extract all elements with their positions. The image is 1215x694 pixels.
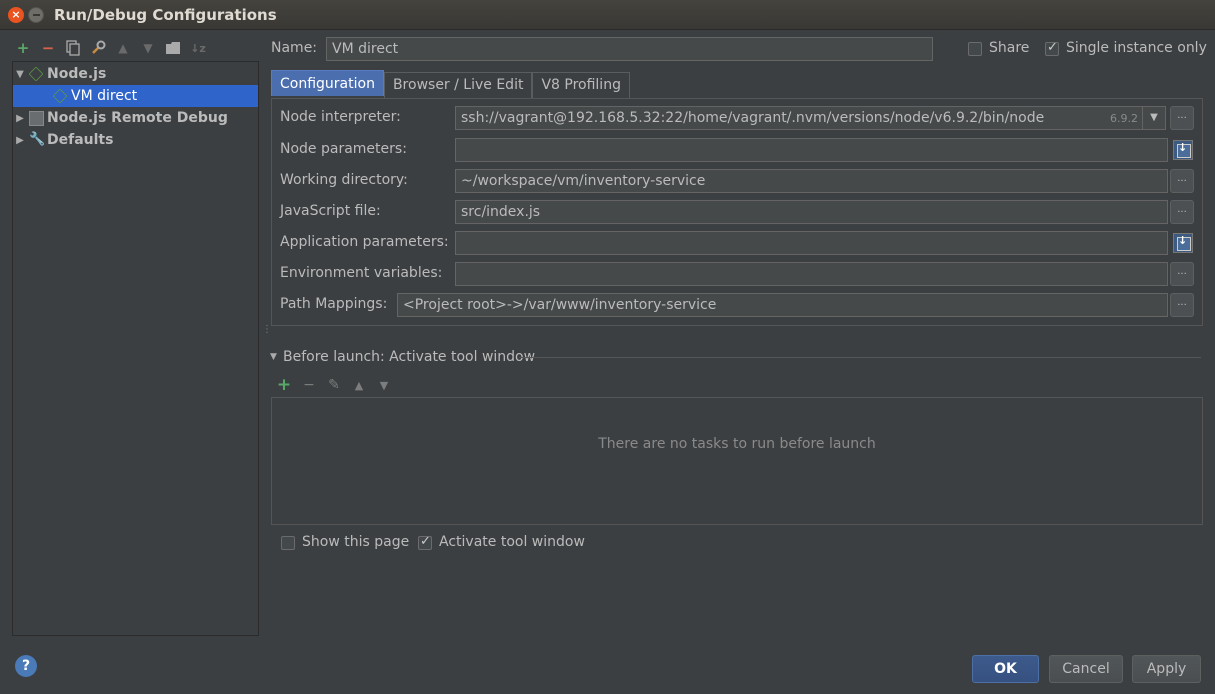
javascript-file-label: JavaScript file: xyxy=(280,203,381,219)
before-launch-task-list: There are no tasks to run before launch xyxy=(271,397,1203,525)
path-mappings-input[interactable]: <Project root>->/var/www/inventory-servi… xyxy=(397,293,1168,317)
separator xyxy=(519,357,1201,358)
name-label: Name: xyxy=(271,40,318,56)
node-version-label: 6.9.2 xyxy=(1110,112,1138,125)
share-label: Share xyxy=(989,40,1030,56)
configuration-tree: ▼ Node.js VM direct ▶ Node.js Remote Deb… xyxy=(12,61,259,636)
add-task-icon[interactable]: + xyxy=(276,375,292,395)
help-icon[interactable]: ? xyxy=(15,655,37,677)
path-mappings-label: Path Mappings: xyxy=(280,296,388,312)
move-up-icon[interactable]: ▲ xyxy=(114,39,132,57)
title-bar: × Run/Debug Configurations xyxy=(0,0,1215,30)
browse-working-directory-button[interactable]: ... xyxy=(1170,169,1194,193)
apply-button[interactable]: Apply xyxy=(1132,655,1201,683)
edit-environment-variables-button[interactable]: ... xyxy=(1170,262,1194,286)
javascript-file-input[interactable]: src/index.js xyxy=(455,200,1168,224)
edit-path-mappings-button[interactable]: ... xyxy=(1170,293,1194,317)
remove-icon[interactable]: − xyxy=(39,39,57,57)
name-input[interactable]: VM direct xyxy=(326,37,933,61)
activate-tool-window-label: Activate tool window xyxy=(439,534,585,550)
before-launch-title[interactable]: Before launch: Activate tool window xyxy=(283,349,535,365)
node-interpreter-select[interactable]: ssh://vagrant@192.168.5.32:22/home/vagra… xyxy=(455,106,1143,130)
add-icon[interactable]: + xyxy=(14,39,32,57)
environment-variables-label: Environment variables: xyxy=(280,265,443,281)
remove-task-icon[interactable]: − xyxy=(301,377,317,393)
move-down-icon[interactable]: ▼ xyxy=(139,39,157,57)
config-toolbar: + − ▲ ▼ ↓z xyxy=(14,38,207,58)
close-window-button[interactable]: × xyxy=(8,7,24,23)
move-down-icon[interactable]: ▼ xyxy=(376,379,392,392)
single-instance-checkbox[interactable] xyxy=(1045,40,1059,56)
empty-tasks-message: There are no tasks to run before launch xyxy=(598,436,876,452)
environment-variables-input[interactable] xyxy=(455,262,1168,286)
tree-item-defaults[interactable]: ▶ 🔧 Defaults xyxy=(13,129,258,151)
show-this-page-checkbox[interactable] xyxy=(281,536,295,550)
sort-icon[interactable]: ↓z xyxy=(189,39,207,57)
tree-item-nodejs[interactable]: ▼ Node.js xyxy=(13,63,258,85)
tree-item-vm-direct[interactable]: VM direct xyxy=(13,85,258,107)
remote-debug-icon xyxy=(29,110,44,126)
single-instance-label: Single instance only xyxy=(1066,40,1207,56)
node-parameters-input[interactable] xyxy=(455,138,1168,162)
working-directory-label: Working directory: xyxy=(280,172,408,188)
show-this-page-label: Show this page xyxy=(302,534,410,550)
splitter-handle[interactable]: ⋮ xyxy=(262,325,272,342)
collapse-arrow-icon[interactable]: ▶ xyxy=(13,113,27,124)
window-title: Run/Debug Configurations xyxy=(54,6,277,24)
minimize-window-button[interactable] xyxy=(28,7,44,23)
copy-icon[interactable] xyxy=(64,39,82,57)
share-checkbox[interactable] xyxy=(968,42,982,56)
working-directory-input[interactable]: ~/workspace/vm/inventory-service xyxy=(455,169,1168,193)
application-parameters-label: Application parameters: xyxy=(280,234,449,250)
node-parameters-label: Node parameters: xyxy=(280,141,407,157)
expand-arrow-icon[interactable]: ▼ xyxy=(13,69,27,80)
collapse-arrow-icon[interactable]: ▼ xyxy=(270,352,277,362)
chevron-down-icon[interactable]: ▼ xyxy=(1142,106,1166,130)
nodejs-icon xyxy=(52,88,68,104)
collapse-arrow-icon[interactable]: ▶ xyxy=(13,135,27,146)
tab-configuration[interactable]: Configuration xyxy=(271,70,384,96)
browse-interpreter-button[interactable]: ... xyxy=(1170,106,1194,130)
browse-javascript-file-button[interactable]: ... xyxy=(1170,200,1194,224)
folder-icon[interactable] xyxy=(164,39,182,57)
ok-button[interactable]: OK xyxy=(972,655,1039,683)
tree-item-nodejs-remote-debug[interactable]: ▶ Node.js Remote Debug xyxy=(13,107,258,129)
tab-bar: Configuration Browser / Live Edit V8 Pro… xyxy=(271,70,630,98)
move-up-icon[interactable]: ▲ xyxy=(351,379,367,392)
edit-task-icon[interactable]: ✎ xyxy=(326,377,342,393)
application-parameters-input[interactable] xyxy=(455,231,1168,255)
before-launch-toolbar: + − ✎ ▲ ▼ xyxy=(276,375,392,395)
edit-defaults-icon[interactable] xyxy=(89,39,107,57)
nodejs-icon xyxy=(28,66,44,82)
cancel-button[interactable]: Cancel xyxy=(1049,655,1123,683)
expand-application-parameters-icon[interactable] xyxy=(1173,233,1193,253)
expand-node-parameters-icon[interactable] xyxy=(1173,140,1193,160)
wrench-icon: 🔧 xyxy=(29,131,46,147)
tab-v8-profiling[interactable]: V8 Profiling xyxy=(532,72,630,98)
tab-browser-live-edit[interactable]: Browser / Live Edit xyxy=(383,72,533,98)
activate-tool-window-checkbox[interactable] xyxy=(418,534,432,550)
node-interpreter-label: Node interpreter: xyxy=(280,109,401,125)
